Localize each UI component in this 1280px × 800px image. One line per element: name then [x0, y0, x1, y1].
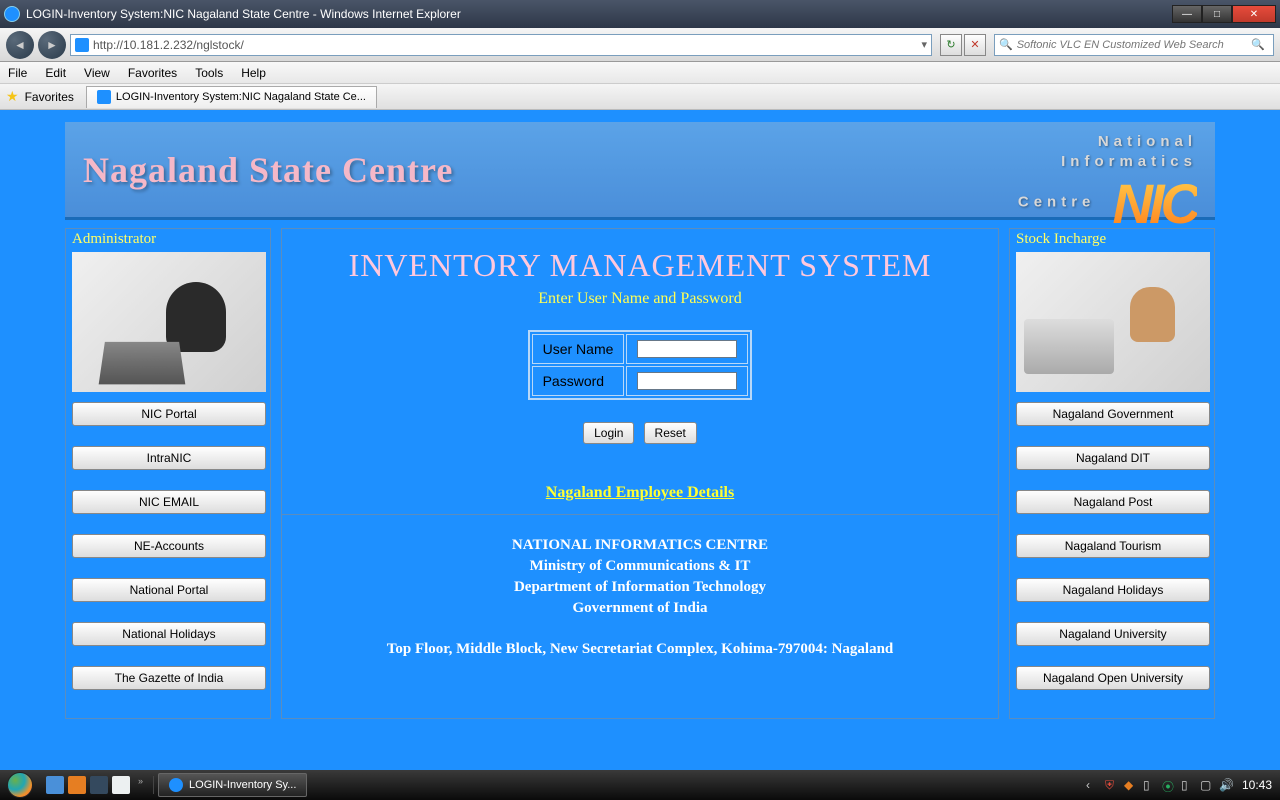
right-sidebar: Stock Incharge Nagaland Government Nagal…: [1009, 228, 1215, 719]
page-icon: [75, 38, 89, 52]
username-label: User Name: [532, 334, 625, 364]
system-tray: ‹ ⛨ ◆ ▯ ⦿ ▯ ▢ 🔊 10:43: [1086, 778, 1280, 792]
password-label: Password: [532, 366, 625, 396]
sidebar-btn-nic-email[interactable]: NIC EMAIL: [72, 490, 266, 514]
sidebar-btn-ne-accounts[interactable]: NE-Accounts: [72, 534, 266, 558]
footer-line3: Department of Information Technology: [282, 577, 998, 598]
administrator-image: [72, 252, 266, 392]
tray-volume-icon[interactable]: 🔊: [1219, 778, 1233, 792]
start-button[interactable]: [0, 770, 40, 800]
menu-bar: File Edit View Favorites Tools Help: [0, 62, 1280, 84]
footer-org: NATIONAL INFORMATICS CENTRE Ministry of …: [282, 535, 998, 619]
sidebar-btn-nagaland-holidays[interactable]: Nagaland Holidays: [1016, 578, 1210, 602]
menu-view[interactable]: View: [84, 66, 110, 80]
search-box[interactable]: 🔍 🔍: [994, 34, 1274, 56]
footer-address: Top Floor, Middle Block, New Secretariat…: [282, 641, 998, 658]
main-subtitle: Enter User Name and Password: [282, 290, 998, 308]
login-form: User Name Password: [528, 330, 753, 400]
close-button[interactable]: ✕: [1232, 5, 1276, 23]
taskbar: » LOGIN-Inventory Sy... ‹ ⛨ ◆ ▯ ⦿ ▯ ▢ 🔊 …: [0, 770, 1280, 800]
banner-title: Nagaland State Centre: [83, 149, 453, 191]
username-input[interactable]: [637, 340, 737, 358]
main-panel: INVENTORY MANAGEMENT SYSTEM Enter User N…: [281, 228, 999, 719]
forward-button[interactable]: ►: [38, 31, 66, 59]
back-button[interactable]: ◄: [6, 31, 34, 59]
menu-help[interactable]: Help: [241, 66, 266, 80]
search-go-icon[interactable]: 🔍: [1251, 38, 1265, 51]
footer-line1: NATIONAL INFORMATICS CENTRE: [282, 535, 998, 556]
search-icon: 🔍: [999, 38, 1013, 51]
ie-icon: [4, 6, 20, 22]
tray-device-icon[interactable]: ▯: [1181, 778, 1195, 792]
tray-signal-icon[interactable]: ⦿: [1162, 778, 1176, 792]
sidebar-btn-nagaland-tourism[interactable]: Nagaland Tourism: [1016, 534, 1210, 558]
tray-alert-icon[interactable]: ◆: [1124, 778, 1138, 792]
site-banner: Nagaland State Centre National Informati…: [65, 122, 1215, 220]
sidebar-btn-gazette[interactable]: The Gazette of India: [72, 666, 266, 690]
browser-tab[interactable]: LOGIN-Inventory System:NIC Nagaland Stat…: [86, 86, 377, 108]
tray-shield-icon[interactable]: ⛨: [1105, 778, 1119, 792]
taskbar-item-ie[interactable]: LOGIN-Inventory Sy...: [158, 773, 307, 797]
page-content: Nagaland State Centre National Informati…: [0, 110, 1280, 770]
tab-page-icon: [97, 90, 111, 104]
main-title: INVENTORY MANAGEMENT SYSTEM: [282, 247, 998, 284]
tray-monitor-icon[interactable]: ▢: [1200, 778, 1214, 792]
menu-edit[interactable]: Edit: [45, 66, 66, 80]
favorites-bar: ★ Favorites LOGIN-Inventory System:NIC N…: [0, 84, 1280, 110]
favorites-star-icon[interactable]: ★: [6, 88, 19, 105]
tray-network-icon[interactable]: ▯: [1143, 778, 1157, 792]
favorites-label[interactable]: Favorites: [25, 90, 74, 104]
login-button[interactable]: Login: [583, 422, 634, 444]
sidebar-btn-nagaland-gov[interactable]: Nagaland Government: [1016, 402, 1210, 426]
minimize-button[interactable]: —: [1172, 5, 1202, 23]
maximize-button[interactable]: □: [1202, 5, 1232, 23]
ql-expand-icon[interactable]: »: [134, 776, 147, 794]
sidebar-btn-nagaland-post[interactable]: Nagaland Post: [1016, 490, 1210, 514]
banner-nic-line1: National: [1098, 133, 1197, 150]
taskbar-clock[interactable]: 10:43: [1242, 778, 1272, 792]
ql-firefox-icon[interactable]: [68, 776, 86, 794]
tray-chevron-icon[interactable]: ‹: [1086, 778, 1100, 792]
employee-details-link[interactable]: Nagaland Employee Details: [546, 484, 734, 502]
nav-toolbar: ◄ ► ▾ ↻ ✕ 🔍 🔍: [0, 28, 1280, 62]
window-titlebar: LOGIN-Inventory System:NIC Nagaland Stat…: [0, 0, 1280, 28]
divider: [282, 514, 998, 515]
password-input[interactable]: [637, 372, 737, 390]
nic-logo-text: NIC: [1113, 171, 1197, 236]
ql-explorer-icon[interactable]: [112, 776, 130, 794]
menu-favorites[interactable]: Favorites: [128, 66, 177, 80]
footer-line2: Ministry of Communications & IT: [282, 556, 998, 577]
footer-line4: Government of India: [282, 598, 998, 619]
banner-nic-line2: Informatics: [1061, 153, 1197, 170]
task-label: LOGIN-Inventory Sy...: [189, 779, 296, 791]
sidebar-btn-nagaland-dit[interactable]: Nagaland DIT: [1016, 446, 1210, 470]
quick-launch: »: [40, 776, 154, 794]
banner-nic-line3: Centre: [1018, 193, 1096, 210]
sidebar-btn-nic-portal[interactable]: NIC Portal: [72, 402, 266, 426]
tab-title: LOGIN-Inventory System:NIC Nagaland Stat…: [116, 91, 366, 103]
sidebar-btn-nagaland-open-university[interactable]: Nagaland Open University: [1016, 666, 1210, 690]
ql-ie-icon[interactable]: [46, 776, 64, 794]
address-bar[interactable]: ▾: [70, 34, 932, 56]
menu-file[interactable]: File: [8, 66, 27, 80]
sidebar-btn-intranic[interactable]: IntraNIC: [72, 446, 266, 470]
sidebar-btn-national-holidays[interactable]: National Holidays: [72, 622, 266, 646]
task-ie-icon: [169, 778, 183, 792]
url-input[interactable]: [93, 38, 921, 52]
menu-tools[interactable]: Tools: [195, 66, 223, 80]
left-sidebar-title: Administrator: [72, 231, 264, 248]
window-title: LOGIN-Inventory System:NIC Nagaland Stat…: [26, 7, 1172, 21]
ql-player-icon[interactable]: [90, 776, 108, 794]
sidebar-btn-nagaland-university[interactable]: Nagaland University: [1016, 622, 1210, 646]
stock-incharge-image: [1016, 252, 1210, 392]
dropdown-icon[interactable]: ▾: [921, 38, 927, 51]
sidebar-btn-national-portal[interactable]: National Portal: [72, 578, 266, 602]
banner-nic-block: National Informatics Centre NIC: [1018, 132, 1197, 236]
reset-button[interactable]: Reset: [644, 422, 697, 444]
stop-button[interactable]: ✕: [964, 34, 986, 56]
refresh-button[interactable]: ↻: [940, 34, 962, 56]
search-input[interactable]: [1017, 39, 1252, 51]
left-sidebar: Administrator NIC Portal IntraNIC NIC EM…: [65, 228, 271, 719]
